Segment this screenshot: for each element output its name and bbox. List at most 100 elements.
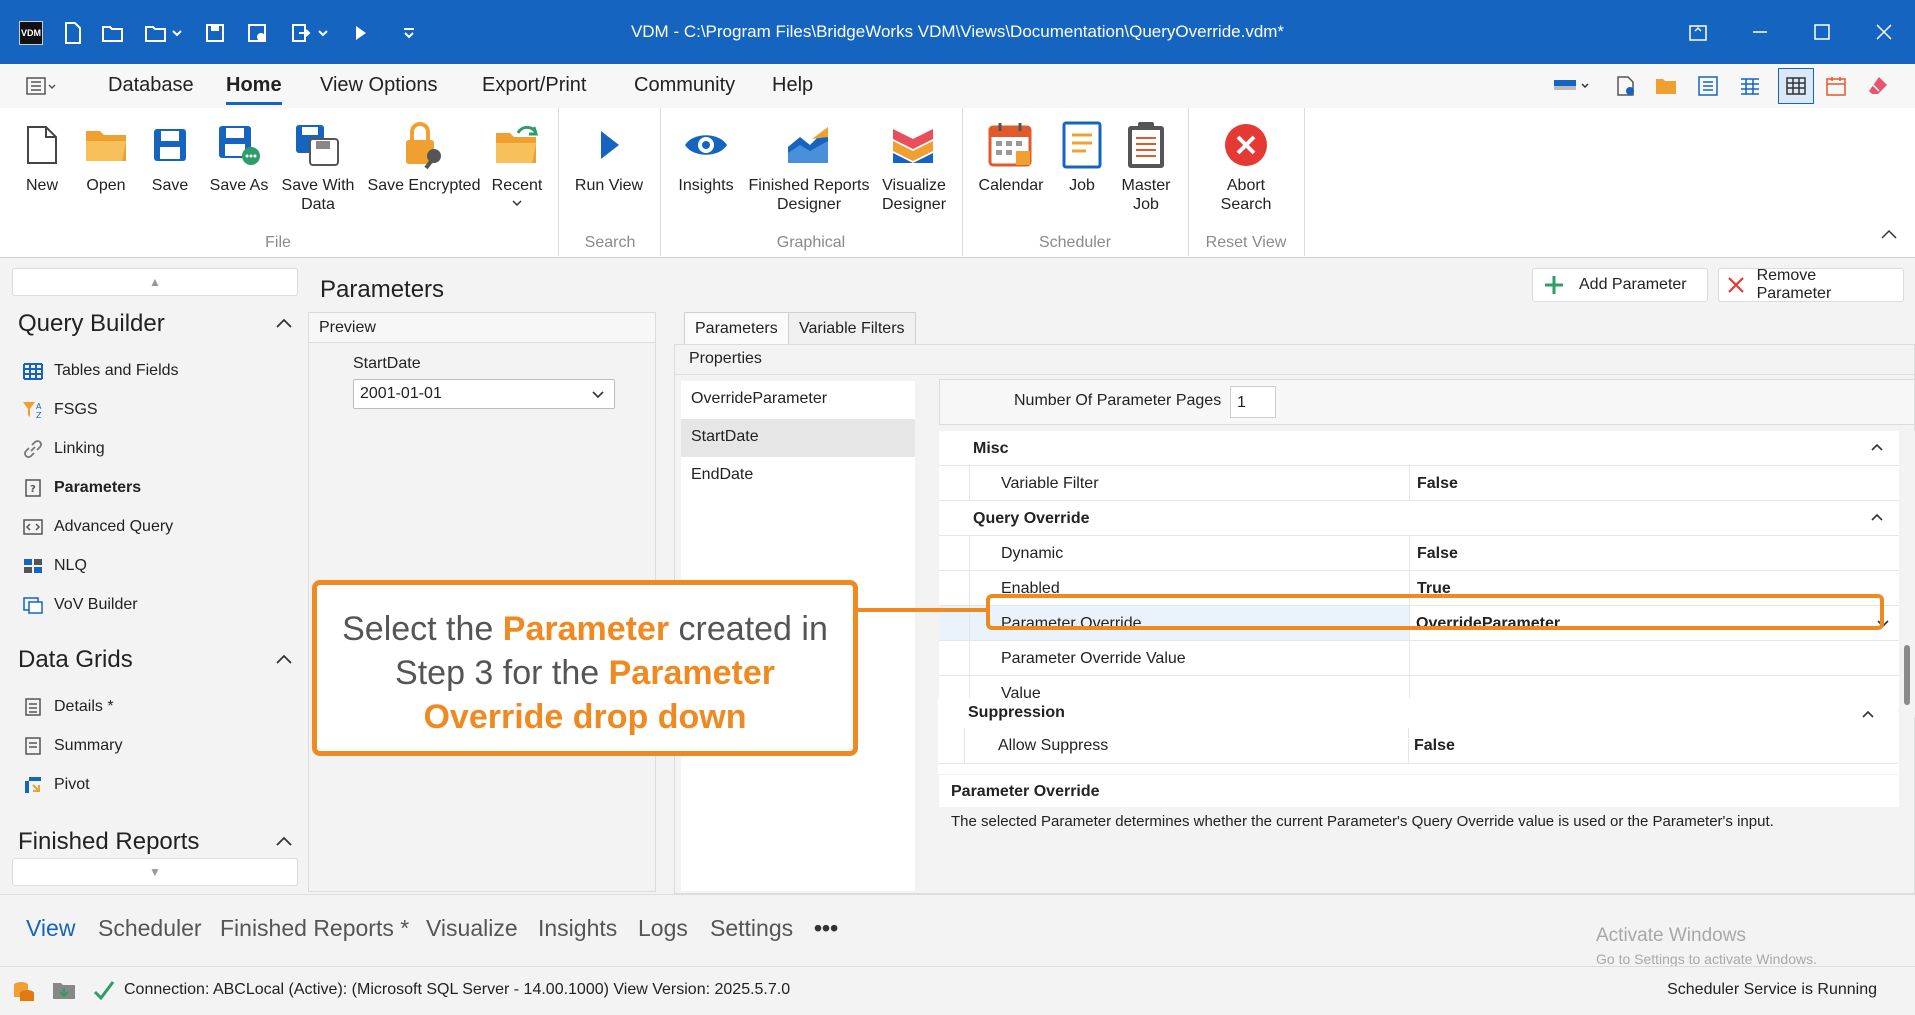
new-button[interactable]: New	[18, 118, 66, 195]
save-icon[interactable]	[202, 20, 228, 46]
scroll-down-button[interactable]: ▼	[12, 858, 298, 886]
table-view-icon[interactable]	[1778, 68, 1814, 104]
table-row[interactable]: Variable Filter False	[939, 466, 1899, 501]
table-row[interactable]: Allow Suppress False	[938, 728, 1898, 764]
export-icon[interactable]	[288, 20, 332, 46]
category-misc[interactable]: Misc	[939, 431, 1899, 466]
folder-download-icon[interactable]	[52, 979, 76, 1003]
job-button[interactable]: Job	[1058, 118, 1106, 195]
collapse-data-grids-icon[interactable]	[274, 650, 294, 670]
property-grid-scrollbar[interactable]	[1899, 431, 1915, 717]
new-file-icon[interactable]	[60, 20, 86, 46]
open-folder-icon	[82, 118, 130, 172]
bottom-tab-finished-reports[interactable]: Finished Reports *	[220, 915, 409, 942]
list-item[interactable]: EndDate	[681, 457, 915, 495]
nav-parameters[interactable]: ? Parameters	[22, 475, 141, 501]
ribbon-group-scheduler: Scheduler	[1038, 234, 1112, 251]
maximize-button[interactable]	[1790, 0, 1854, 64]
vov-icon	[22, 594, 44, 616]
link-icon	[22, 438, 44, 460]
calendar-button[interactable]: Calendar	[976, 118, 1046, 195]
tab-help[interactable]: Help	[772, 74, 813, 97]
nav-nlq[interactable]: NLQ	[22, 553, 87, 579]
watermark-title: Activate Windows	[1596, 925, 1746, 946]
nav-fsgs[interactable]: AZ FSGS	[22, 397, 98, 423]
recent-button[interactable]: Recent	[490, 118, 544, 209]
more-tabs-button[interactable]: •••	[814, 915, 838, 942]
number-of-pages-input[interactable]: 1	[1230, 386, 1276, 418]
master-job-button[interactable]: Master Job	[1118, 118, 1174, 214]
grid-view-icon[interactable]	[1736, 72, 1764, 100]
save-as-icon[interactable]	[244, 20, 270, 46]
app-menu-icon[interactable]	[24, 72, 60, 100]
nav-vov-builder[interactable]: VoV Builder	[22, 592, 138, 618]
bottom-tab-insights[interactable]: Insights	[538, 915, 617, 942]
bottom-tab-logs[interactable]: Logs	[638, 915, 688, 942]
details-list-icon	[22, 696, 44, 718]
preview-field-label: StartDate	[353, 355, 421, 372]
save-with-data-button[interactable]: Save With Data	[280, 118, 356, 214]
tab-variable-filters[interactable]: Variable Filters	[788, 312, 916, 344]
folder-icon[interactable]	[1652, 72, 1680, 100]
open-folder-icon[interactable]	[100, 20, 126, 46]
start-date-combo[interactable]: 2001-01-01	[353, 379, 615, 409]
tab-home[interactable]: Home	[226, 74, 282, 105]
new-document-icon	[18, 118, 66, 172]
tab-view-options[interactable]: View Options	[320, 74, 437, 97]
run-view-button[interactable]: Run View	[572, 118, 646, 195]
nav-details[interactable]: Details *	[22, 694, 114, 720]
table-row[interactable]: Dynamic False	[939, 536, 1899, 571]
nav-linking[interactable]: Linking	[22, 436, 105, 462]
list-view-icon[interactable]	[1694, 72, 1722, 100]
svg-text:?: ?	[30, 484, 36, 495]
collapse-finished-reports-icon[interactable]	[274, 832, 294, 852]
tab-database[interactable]: Database	[108, 74, 194, 97]
list-item[interactable]: StartDate	[681, 419, 915, 457]
theme-picker-icon[interactable]	[1552, 72, 1592, 100]
add-parameter-button[interactable]: Add Parameter	[1532, 268, 1708, 302]
run-icon[interactable]	[348, 20, 374, 46]
bottom-tab-scheduler[interactable]: Scheduler	[98, 915, 202, 942]
close-icon	[1723, 272, 1749, 298]
nav-summary[interactable]: Summary	[22, 733, 122, 759]
nav-advanced-query[interactable]: Advanced Query	[22, 514, 173, 540]
insights-button[interactable]: Insights	[674, 118, 738, 195]
tab-export-print[interactable]: Export/Print	[482, 74, 586, 97]
finished-reports-designer-button[interactable]: Finished Reports Designer	[748, 118, 870, 214]
scroll-up-button[interactable]: ▲	[12, 268, 298, 296]
tab-community[interactable]: Community	[634, 74, 735, 97]
save-button[interactable]: Save	[146, 118, 194, 195]
table-row[interactable]: Parameter Override Value	[939, 641, 1899, 676]
nav-tables-and-fields[interactable]: Tables and Fields	[22, 358, 179, 384]
open-button[interactable]: Open	[80, 118, 132, 195]
category-query-override[interactable]: Query Override	[939, 501, 1899, 536]
collapse-query-builder-icon[interactable]	[274, 314, 294, 334]
data-grids-title: Data Grids	[18, 646, 133, 673]
abort-search-button[interactable]: Abort Search	[1210, 118, 1282, 214]
remove-parameter-button[interactable]: Remove Parameter	[1718, 267, 1904, 302]
calendar-icon[interactable]	[1822, 72, 1850, 100]
list-item[interactable]: OverrideParameter	[681, 381, 915, 419]
bottom-tab-visualize[interactable]: Visualize	[426, 915, 518, 942]
bottom-tab-view[interactable]: View	[26, 915, 75, 942]
visualize-designer-button[interactable]: Visualize Designer	[878, 118, 950, 214]
tab-parameters[interactable]: Parameters	[684, 312, 789, 344]
document-settings-icon[interactable]	[1612, 72, 1640, 100]
customize-toolbar-icon[interactable]	[396, 20, 422, 46]
nav-pivot[interactable]: Pivot	[22, 772, 90, 798]
scheduler-status: Scheduler Service is Running	[1667, 981, 1877, 998]
recent-folder-icon[interactable]	[142, 20, 186, 46]
minimize-button[interactable]	[1728, 0, 1792, 64]
ribbon-group-reset-view: Reset View	[1205, 234, 1287, 251]
number-of-pages-row: Number Of Parameter Pages 1	[939, 379, 1915, 425]
restore-layout-icon[interactable]	[1666, 0, 1730, 64]
eraser-icon[interactable]	[1864, 72, 1892, 100]
save-as-button[interactable]: Save As	[206, 118, 272, 195]
description-text: The selected Parameter determines whethe…	[951, 813, 1774, 830]
close-button[interactable]	[1852, 0, 1915, 64]
left-navigation-panel: ▲ Query Builder Tables and Fields AZ FSG…	[0, 258, 306, 894]
collapse-ribbon-icon[interactable]	[1878, 224, 1900, 246]
save-encrypted-button[interactable]: Save Encrypted	[366, 118, 482, 195]
abort-icon	[1222, 118, 1270, 172]
bottom-tab-settings[interactable]: Settings	[710, 915, 793, 942]
